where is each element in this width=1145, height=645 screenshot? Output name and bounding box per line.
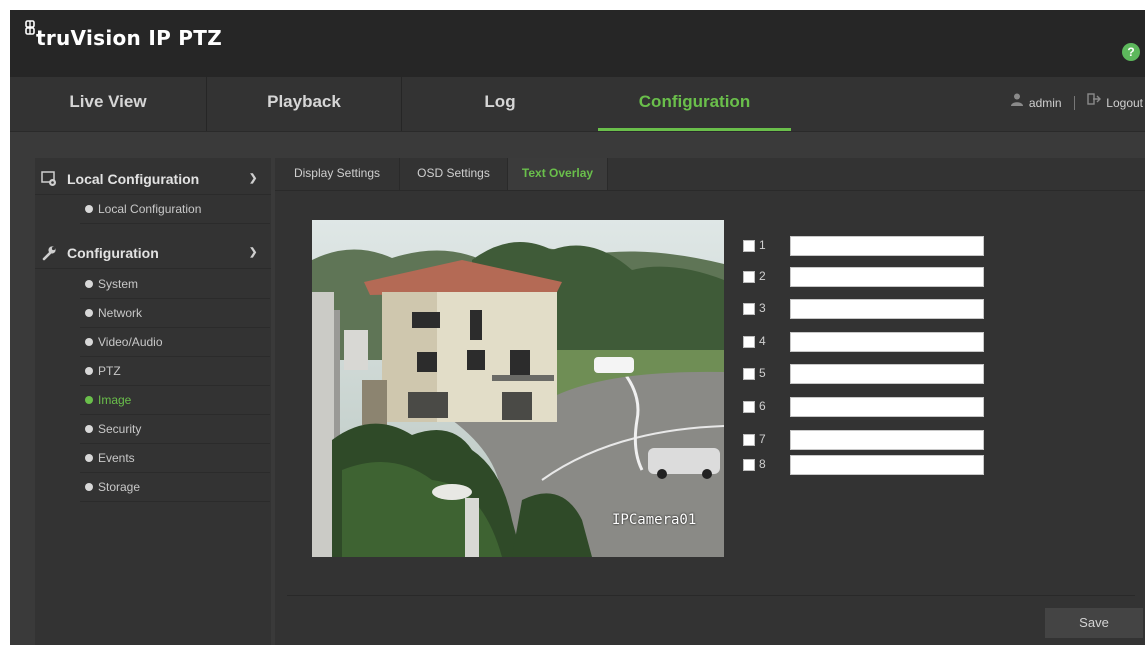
logout-label: Logout [1106, 96, 1143, 111]
sidebar-item-local-configuration[interactable]: Local Configuration [80, 195, 270, 224]
overlay-text-field-5[interactable] [790, 364, 984, 384]
sidebar-item-network[interactable]: Network [80, 299, 270, 328]
bullet-icon [85, 396, 93, 404]
sidebar-item-label: Network [98, 306, 143, 320]
app-window: truVision IP PTZ ? Live View Playback Lo… [10, 10, 1145, 645]
tab-configuration[interactable]: Configuration [598, 77, 791, 131]
tab-text-overlay[interactable]: Text Overlay [508, 158, 608, 190]
sidebar-section-configuration[interactable]: Configuration ❯ [35, 238, 271, 269]
sidebar-item-ptz[interactable]: PTZ [80, 357, 270, 386]
bullet-icon [85, 483, 93, 491]
sidebar-item-label: Video/Audio [98, 335, 163, 349]
app-title: truVision IP PTZ [36, 26, 223, 50]
camera-scene-image [312, 220, 724, 557]
overlay-text-field-2[interactable] [790, 267, 984, 287]
tab-display-settings[interactable]: Display Settings [275, 158, 400, 190]
overlay-checkbox-8[interactable] [743, 459, 755, 471]
chevron-down-icon: ❯ [249, 173, 258, 184]
overlay-checkbox-2[interactable] [743, 271, 755, 283]
overlay-checkbox-7[interactable] [743, 434, 755, 446]
sidebar-item-label: Events [98, 451, 135, 465]
overlay-text-field-1[interactable] [790, 236, 984, 256]
tab-osd-settings[interactable]: OSD Settings [400, 158, 508, 190]
user-icon [1010, 93, 1023, 107]
username: admin [1028, 96, 1062, 111]
overlay-text-field-6[interactable] [790, 397, 984, 417]
logo-mark-icon [25, 20, 35, 35]
bullet-icon [85, 338, 93, 346]
save-button[interactable]: Save [1045, 608, 1143, 638]
overlay-number: 2 [759, 269, 766, 283]
overlay-checkbox-5[interactable] [743, 368, 755, 380]
sidebar-section-label: Local Configuration [67, 171, 200, 187]
overlay-number: 8 [759, 457, 766, 471]
overlay-text-field-3[interactable] [790, 299, 984, 319]
bullet-icon [85, 425, 93, 433]
logout-icon [1087, 93, 1102, 106]
local-config-icon [41, 171, 56, 186]
sidebar-item-label: Storage [98, 480, 141, 494]
overlay-checkbox-1[interactable] [743, 240, 755, 252]
user-area: admin Logout [1010, 77, 1143, 131]
overlay-text-field-4[interactable] [790, 332, 984, 352]
main-panel: Display Settings OSD Settings Text Overl… [275, 158, 1145, 645]
user-menu[interactable]: admin [1010, 77, 1062, 128]
bullet-icon [85, 454, 93, 462]
app-logo: truVision IP PTZ [24, 20, 223, 50]
sidebar-item-label: Security [98, 422, 142, 436]
tab-log[interactable]: Log [402, 77, 598, 131]
footer-divider [287, 595, 1135, 596]
sidebar-section-label: Configuration [67, 245, 159, 261]
sidebar-item-label: Local Configuration [98, 202, 202, 216]
tab-playback[interactable]: Playback [207, 77, 402, 131]
overlay-number: 7 [759, 432, 766, 446]
tab-live-view[interactable]: Live View [10, 77, 207, 131]
camera-preview[interactable]: IPCamera01 [312, 220, 724, 557]
overlay-checkbox-3[interactable] [743, 303, 755, 315]
bullet-icon [85, 205, 93, 213]
help-icon[interactable]: ? [1122, 43, 1140, 61]
bullet-icon [85, 309, 93, 317]
overlay-number: 4 [759, 334, 766, 348]
overlay-text-field-7[interactable] [790, 430, 984, 450]
overlay-number: 1 [759, 238, 766, 252]
sidebar-item-storage[interactable]: Storage [80, 473, 270, 502]
sidebar-item-security[interactable]: Security [80, 415, 270, 444]
wrench-icon [42, 246, 56, 261]
sidebar-item-events[interactable]: Events [80, 444, 270, 473]
header-bar: truVision IP PTZ ? [10, 10, 1145, 77]
osd-camera-name: IPCamera01 [612, 512, 697, 528]
sidebar-item-image[interactable]: Image [80, 386, 270, 415]
sidebar-item-video-audio[interactable]: Video/Audio [80, 328, 270, 357]
sidebar-item-label: System [98, 277, 139, 291]
sidebar-item-label: PTZ [98, 364, 121, 378]
main-nav: Live View Playback Log Configuration adm… [10, 77, 1145, 132]
logout-button[interactable]: Logout [1087, 77, 1143, 128]
overlay-number: 3 [759, 301, 766, 315]
bullet-icon [85, 367, 93, 375]
overlay-number: 5 [759, 366, 766, 380]
sidebar-item-label: Image [98, 393, 132, 407]
overlay-number: 6 [759, 399, 766, 413]
overlay-text-field-8[interactable] [790, 455, 984, 475]
sidebar-section-local-configuration[interactable]: Local Configuration ❯ [35, 164, 271, 195]
overlay-checkbox-6[interactable] [743, 401, 755, 413]
image-subtabs: Display Settings OSD Settings Text Overl… [275, 158, 1145, 191]
user-divider [1073, 95, 1075, 110]
bullet-icon [85, 280, 93, 288]
overlay-checkbox-4[interactable] [743, 336, 755, 348]
sidebar-item-system[interactable]: System [80, 270, 270, 299]
chevron-down-icon: ❯ [249, 247, 258, 258]
config-sidebar: Local Configuration ❯ Local Configuratio… [35, 158, 271, 645]
